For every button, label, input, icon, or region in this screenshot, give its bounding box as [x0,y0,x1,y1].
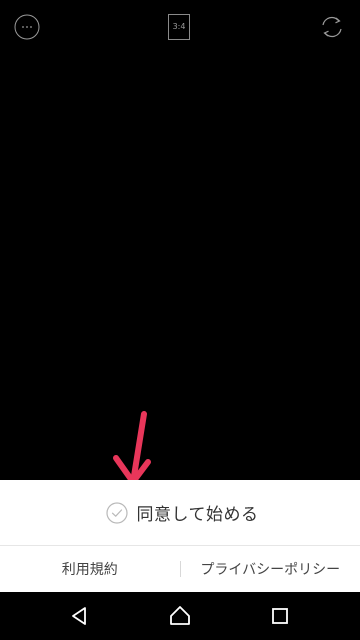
aspect-ratio-button[interactable]: 3:4 [168,14,190,40]
camera-flip-icon [322,16,342,38]
privacy-policy-link[interactable]: プライバシーポリシー [181,559,360,579]
flip-camera-button[interactable] [319,14,345,40]
more-horizontal-icon [14,14,40,40]
back-button[interactable] [68,604,92,628]
recent-apps-icon [272,608,288,624]
home-icon [170,606,190,625]
agree-row: 同意して始める [0,480,360,545]
system-navigation-bar [0,592,360,640]
more-options-button[interactable] [14,14,40,40]
agree-and-start-button[interactable]: 同意して始める [105,500,259,525]
recent-apps-button[interactable] [268,604,292,628]
back-triangle-icon [72,607,86,625]
check-circle-icon[interactable] [105,501,128,524]
consent-sheet: 同意して始める 利用規約 プライバシーポリシー [0,480,360,592]
camera-preview: 3:4 [0,0,360,480]
agree-and-start-label: 同意して始める [136,505,259,525]
terms-of-service-link[interactable]: 利用規約 [0,559,180,579]
home-button[interactable] [168,604,192,628]
legal-links: 利用規約 プライバシーポリシー [0,546,360,592]
pointer-arrow-annotation [113,411,151,485]
